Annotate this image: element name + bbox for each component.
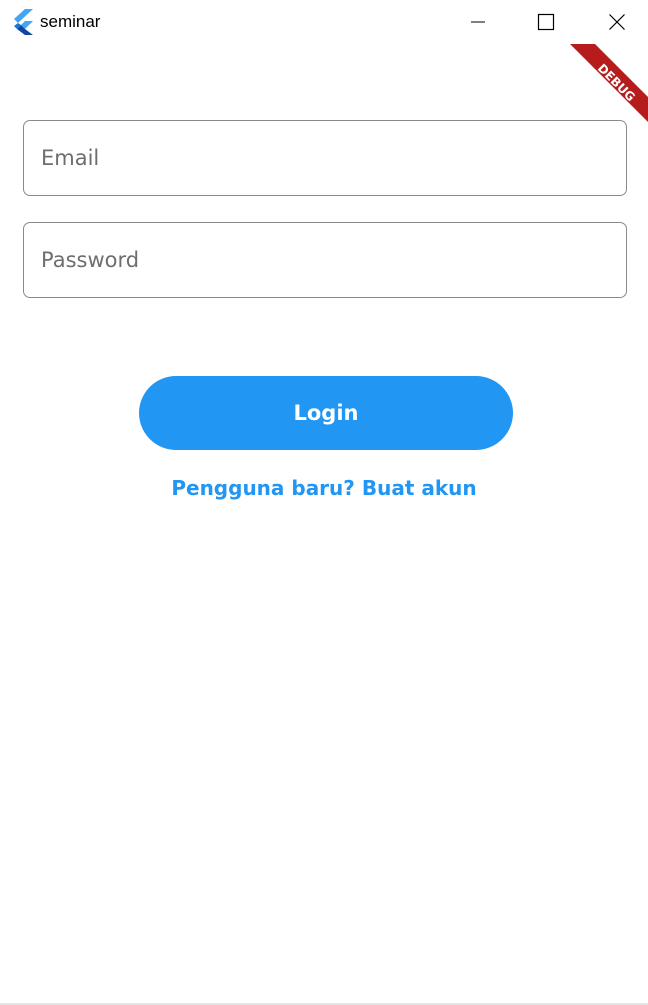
maximize-button[interactable] bbox=[523, 0, 569, 44]
window-title: seminar bbox=[40, 12, 101, 31]
debug-label: DEBUG bbox=[595, 61, 638, 104]
flutter-logo-icon bbox=[14, 9, 33, 35]
minimize-button[interactable] bbox=[455, 0, 501, 44]
email-input[interactable] bbox=[41, 121, 611, 195]
minimize-icon bbox=[471, 21, 485, 23]
register-link[interactable]: Pengguna baru? Buat akun bbox=[0, 474, 648, 502]
password-input[interactable] bbox=[41, 223, 611, 297]
debug-ribbon bbox=[570, 44, 648, 122]
app-window: seminar Login Pengguna baru? Buat akun bbox=[0, 0, 648, 1005]
maximize-icon bbox=[537, 13, 555, 31]
login-button-label: Login bbox=[293, 401, 359, 425]
close-icon bbox=[609, 14, 625, 30]
login-button[interactable]: Login bbox=[139, 376, 513, 450]
close-button[interactable] bbox=[594, 0, 640, 44]
title-bar[interactable]: seminar bbox=[0, 0, 648, 44]
password-field[interactable] bbox=[23, 222, 627, 298]
email-field[interactable] bbox=[23, 120, 627, 196]
